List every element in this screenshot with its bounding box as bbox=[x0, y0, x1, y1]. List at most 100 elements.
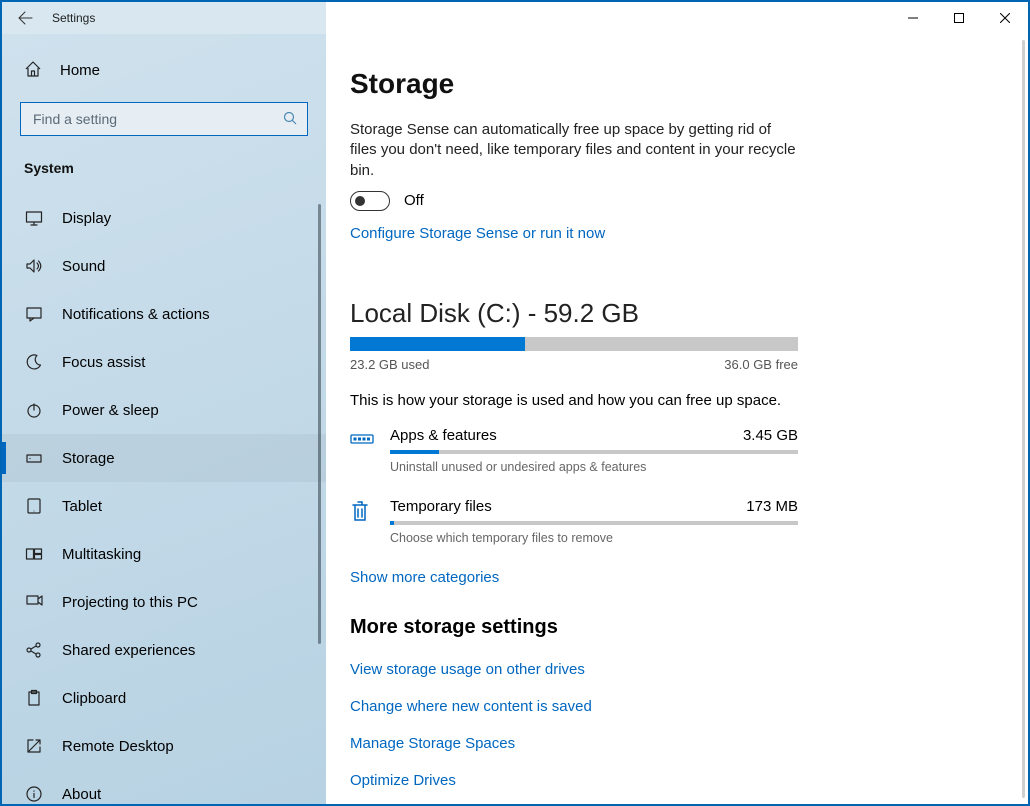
sidebar-item-label: Sound bbox=[62, 258, 105, 275]
category-hint: Uninstall unused or undesired apps & fea… bbox=[390, 460, 798, 474]
settings-window: Settings Home bbox=[0, 0, 1030, 806]
remote-icon bbox=[24, 736, 44, 756]
disk-tip: This is how your storage is used and how… bbox=[350, 392, 988, 409]
clipboard-icon bbox=[24, 688, 44, 708]
monitor-icon bbox=[24, 208, 44, 228]
sidebar-item-power-sleep[interactable]: Power & sleep bbox=[2, 386, 326, 434]
more-link-view-storage-usage-on-other-drives[interactable]: View storage usage on other drives bbox=[350, 661, 988, 678]
category-temporary-files[interactable]: Temporary files173 MB Choose which tempor… bbox=[350, 498, 798, 545]
sidebar-item-focus-assist[interactable]: Focus assist bbox=[2, 338, 326, 386]
disk-usage-bar bbox=[350, 337, 798, 351]
sound-icon bbox=[24, 256, 44, 276]
sidebar-item-display[interactable]: Display bbox=[2, 194, 326, 242]
category-apps-features[interactable]: Apps & features 3.45 GB Uninstall unused o… bbox=[350, 427, 798, 474]
window-title: Settings bbox=[48, 11, 95, 25]
arrow-left-icon bbox=[17, 10, 33, 26]
category-body: Apps & features 3.45 GB Uninstall unused o… bbox=[390, 427, 798, 474]
sidebar-item-storage[interactable]: Storage bbox=[2, 434, 326, 482]
settings-sidebar: Home System Display Sound Notifications & … bbox=[2, 34, 326, 804]
categories-list: Apps & features 3.45 GB Uninstall unused o… bbox=[350, 427, 988, 545]
more-links-list: View storage usage on other drives Change… bbox=[350, 661, 988, 804]
category-name: Apps & features bbox=[390, 427, 497, 444]
sidebar-item-label: About bbox=[62, 786, 101, 803]
sidebar-home-label: Home bbox=[60, 62, 100, 79]
sidebar-nav: Display Sound Notifications & actions Focus… bbox=[2, 194, 326, 804]
maximize-button[interactable] bbox=[936, 2, 982, 34]
sidebar-item-notifications-actions[interactable]: Notifications & actions bbox=[2, 290, 326, 338]
info-icon bbox=[24, 784, 44, 804]
main-scrollbar[interactable] bbox=[1022, 40, 1025, 798]
sidebar-item-label: Power & sleep bbox=[62, 402, 159, 419]
sidebar-item-label: Focus assist bbox=[62, 354, 145, 371]
main-content: Storage Storage Sense can automatically … bbox=[326, 34, 1028, 804]
category-bar bbox=[390, 521, 798, 525]
close-button[interactable] bbox=[982, 2, 1028, 34]
search-icon bbox=[283, 111, 297, 128]
storage-sense-toggle-row: Off bbox=[350, 191, 988, 211]
sidebar-item-label: Projecting to this PC bbox=[62, 594, 198, 611]
close-icon bbox=[1000, 13, 1010, 23]
sidebar-item-label: Notifications & actions bbox=[62, 306, 210, 323]
share-icon bbox=[24, 640, 44, 660]
more-link-change-where-new-content-is-saved[interactable]: Change where new content is saved bbox=[350, 698, 988, 715]
category-size: 3.45 GB bbox=[743, 427, 798, 444]
category-bar-fill bbox=[390, 521, 394, 525]
home-icon bbox=[24, 60, 42, 81]
search-input[interactable] bbox=[31, 110, 283, 128]
category-body: Temporary files173 MB Choose which tempor… bbox=[390, 498, 798, 545]
category-bar bbox=[390, 450, 798, 454]
multitask-icon bbox=[24, 544, 44, 564]
category-head: Apps & features 3.45 GB bbox=[390, 427, 798, 444]
sidebar-item-remote-desktop[interactable]: Remote Desktop bbox=[2, 722, 326, 770]
tablet-icon bbox=[24, 496, 44, 516]
sidebar-item-label: Remote Desktop bbox=[62, 738, 174, 755]
storage-sense-description: Storage Sense can automatically free up … bbox=[350, 120, 800, 181]
drive-icon bbox=[24, 448, 44, 468]
sidebar-group-header: System bbox=[2, 154, 326, 194]
storage-sense-toggle-label: Off bbox=[404, 192, 424, 209]
sidebar-item-multitasking[interactable]: Multitasking bbox=[2, 530, 326, 578]
sidebar-home[interactable]: Home bbox=[2, 48, 326, 92]
sidebar-item-label: Clipboard bbox=[62, 690, 126, 707]
search-box[interactable] bbox=[20, 102, 308, 136]
category-hint: Choose which temporary files to remove bbox=[390, 531, 798, 545]
sidebar-item-clipboard[interactable]: Clipboard bbox=[2, 674, 326, 722]
sidebar-item-sound[interactable]: Sound bbox=[2, 242, 326, 290]
page-title: Storage bbox=[350, 68, 988, 100]
trash-icon bbox=[350, 498, 390, 545]
sidebar-item-label: Shared experiences bbox=[62, 642, 195, 659]
sidebar-scrollbar[interactable] bbox=[318, 204, 324, 796]
show-more-categories-link[interactable]: Show more categories bbox=[350, 569, 988, 586]
category-head: Temporary files173 MB bbox=[390, 498, 798, 515]
category-name: Temporary files bbox=[390, 498, 492, 515]
sidebar-item-shared-experiences[interactable]: Shared experiences bbox=[2, 626, 326, 674]
message-icon bbox=[24, 304, 44, 324]
configure-storage-sense-link[interactable]: Configure Storage Sense or run it now bbox=[350, 225, 988, 242]
minimize-button[interactable] bbox=[890, 2, 936, 34]
storage-sense-toggle[interactable] bbox=[350, 191, 390, 211]
toggle-knob bbox=[355, 196, 365, 206]
apps-icon bbox=[350, 427, 390, 474]
sidebar-item-label: Storage bbox=[62, 450, 115, 467]
sidebar-item-projecting-to-this-pc[interactable]: Projecting to this PC bbox=[2, 578, 326, 626]
sidebar-item-tablet[interactable]: Tablet bbox=[2, 482, 326, 530]
sidebar-item-label: Multitasking bbox=[62, 546, 141, 563]
disk-stats: 23.2 GB used 36.0 GB free bbox=[350, 357, 798, 372]
more-storage-heading: More storage settings bbox=[350, 616, 988, 639]
sidebar-item-label: Tablet bbox=[62, 498, 102, 515]
category-bar-fill bbox=[390, 450, 439, 454]
maximize-icon bbox=[954, 13, 964, 23]
titlebar: Settings bbox=[2, 2, 1028, 34]
moon-icon bbox=[24, 352, 44, 372]
window-body: Home System Display Sound Notifications & … bbox=[2, 34, 1028, 804]
sidebar-item-label: Display bbox=[62, 210, 111, 227]
sidebar-scrollbar-thumb[interactable] bbox=[318, 204, 321, 644]
search-wrap bbox=[20, 102, 308, 136]
more-link-manage-storage-spaces[interactable]: Manage Storage Spaces bbox=[350, 735, 988, 752]
back-button[interactable] bbox=[2, 2, 48, 34]
power-icon bbox=[24, 400, 44, 420]
more-link-optimize-drives[interactable]: Optimize Drives bbox=[350, 772, 988, 789]
minimize-icon bbox=[908, 13, 918, 23]
disk-usage-fill bbox=[350, 337, 525, 351]
sidebar-item-about[interactable]: About bbox=[2, 770, 326, 804]
